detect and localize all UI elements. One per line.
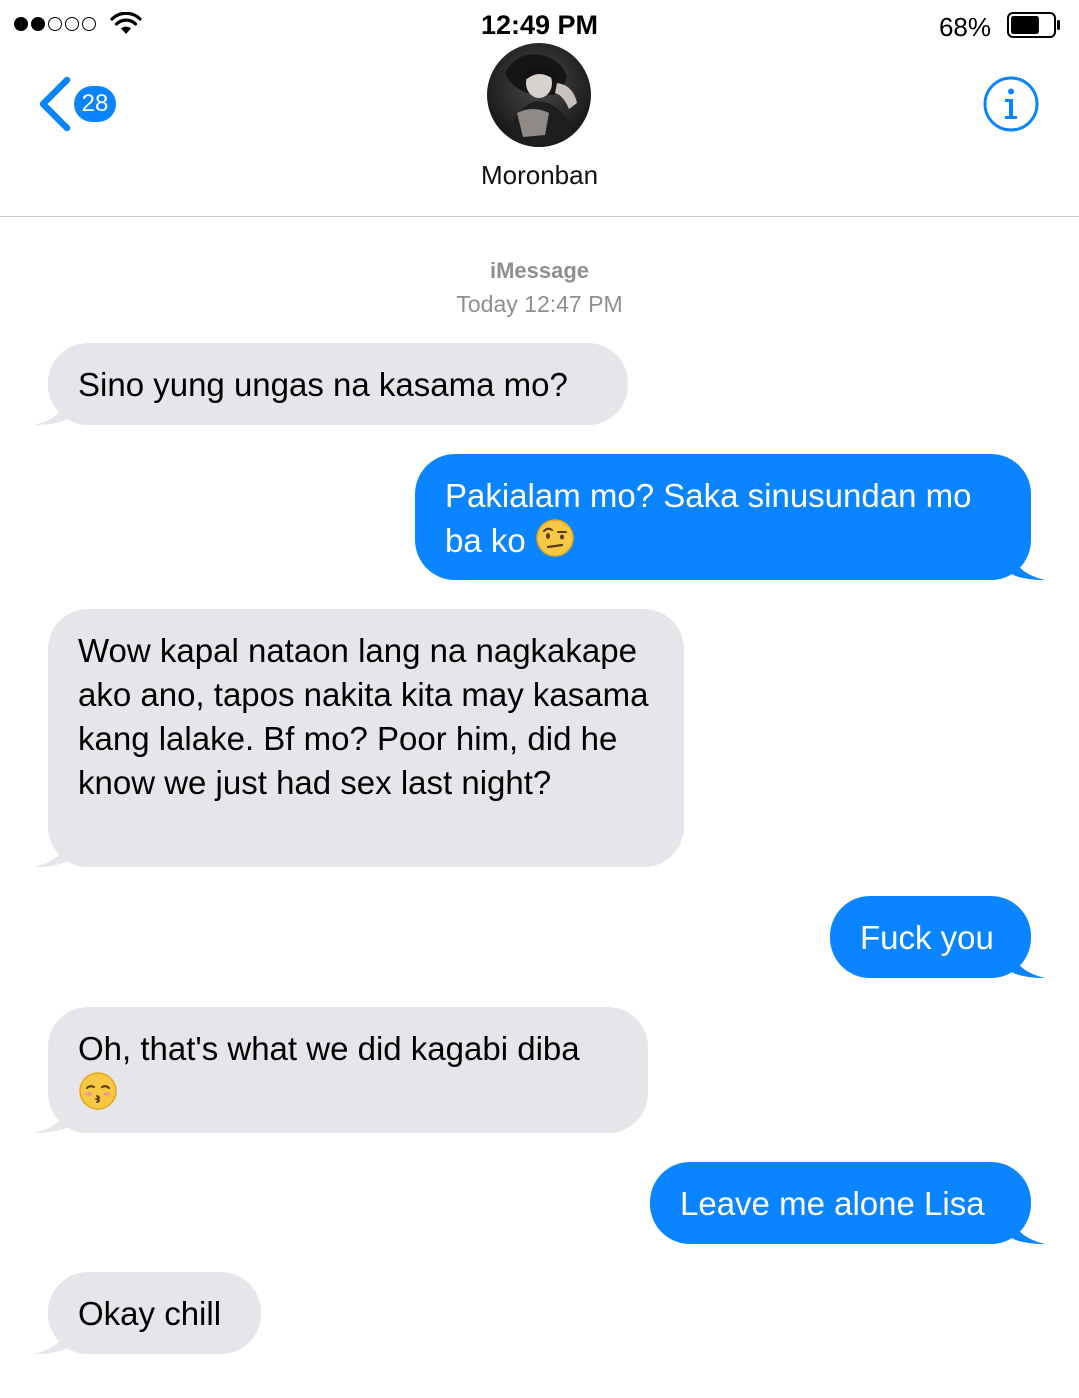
bubble-tail (34, 837, 70, 867)
contact-name[interactable]: Moronban (0, 160, 1079, 191)
message-bubble-received[interactable]: Wow kapal nataon lang na nagkakape ako a… (34, 609, 684, 867)
bubble-tail (34, 395, 70, 425)
message-bubble-sent[interactable]: Fuck you (830, 896, 1045, 978)
message-bubble-received[interactable]: Sino yung ungas na kasama mo? (34, 343, 628, 425)
status-time: 12:49 PM (480, 10, 599, 40)
message-text: Wow kapal nataon lang na nagkakape ako a… (78, 632, 649, 801)
info-icon[interactable] (982, 75, 1040, 133)
unread-count-badge: 28 (74, 86, 116, 122)
bubble-tail (1009, 550, 1045, 580)
message-text: Okay chill (78, 1295, 222, 1332)
bubble-tail (1009, 948, 1045, 978)
service-label: iMessage (489, 258, 590, 283)
message-bubble-sent[interactable]: Leave me alone Lisa (650, 1162, 1045, 1244)
bubble-tail (34, 1324, 70, 1354)
kissing-face-with-closed-eyes-icon (79, 1072, 117, 1110)
message-bubble-sent[interactable]: Pakialam mo? Saka sinusundan mo ba ko (415, 454, 1045, 580)
face-with-raised-eyebrow-icon (536, 519, 574, 557)
contact-avatar[interactable] (487, 43, 591, 147)
message-bubble-received[interactable]: Oh, that's what we did kagabi diba (34, 1007, 648, 1133)
battery-icon (1007, 12, 1060, 38)
message-text: Fuck you (860, 919, 994, 956)
conversation-header: 28 Moronban (0, 40, 1079, 217)
battery-percentage: 68% (938, 12, 991, 42)
back-button[interactable]: 28 (36, 76, 116, 132)
message-timestamp: Today 12:47 PM (456, 291, 623, 317)
message-text: Pakialam mo? Saka sinusundan mo ba ko (445, 477, 972, 559)
message-text: Oh, that's what we did kagabi diba (78, 1030, 580, 1067)
bubble-tail (1009, 1214, 1045, 1244)
avatar-photo (487, 43, 591, 147)
message-text: Leave me alone Lisa (680, 1185, 985, 1222)
chevron-left-icon (39, 76, 71, 132)
message-bubble-received[interactable]: Okay chill (34, 1272, 261, 1354)
message-text: Sino yung ungas na kasama mo? (78, 366, 568, 403)
bubble-tail (34, 1103, 70, 1133)
